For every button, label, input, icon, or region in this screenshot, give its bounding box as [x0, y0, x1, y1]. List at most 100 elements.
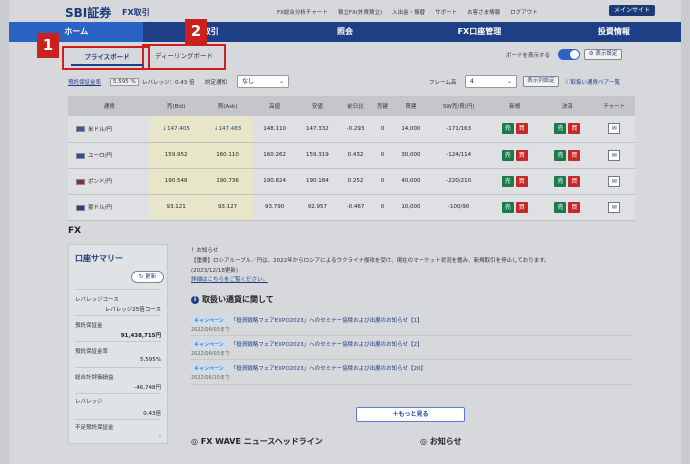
table-row: ポンド/円 190.548 190.736 190.824 190.184 0.…: [68, 168, 635, 195]
table-row: ユーロ/円 159.952 160.110 160.262 159.319 0.…: [68, 142, 635, 169]
high-cell: 148.110: [253, 116, 297, 143]
pl-value: -46,748円: [134, 385, 161, 391]
column-settings-button[interactable]: 表示列設定: [523, 76, 559, 87]
logo[interactable]: SBI証券: [65, 4, 111, 21]
ask-cell[interactable]: ↓147.483: [201, 116, 254, 143]
low-cell: 190.184: [296, 168, 339, 195]
news-date: 2022/06/10まで: [191, 375, 230, 381]
high-cell: 190.824: [253, 168, 297, 195]
ask-cell[interactable]: 190.736: [201, 168, 254, 195]
chart-cell: ✉: [593, 142, 635, 169]
top-links: FX総合分析チャート 積立FX(外貨積立) 入出金・振替 サポート お客さま情報…: [277, 8, 538, 16]
change-cell: 0.432: [338, 142, 373, 169]
notice-title: ！お知らせ: [191, 248, 219, 254]
display-settings-button[interactable]: ⚙ 表示設定: [584, 49, 622, 60]
pl-label: 総合計評価損益: [75, 375, 114, 381]
link-customer-info[interactable]: お客さま情報: [467, 8, 500, 16]
fx-wave-news-headline[interactable]: ◎ FX WAVE ニュースヘッドライン: [191, 436, 323, 447]
nav-inquiry[interactable]: 照会: [278, 22, 412, 42]
nav-fx-account[interactable]: FX口座管理: [412, 22, 546, 42]
price-board-table: 通貨 売(Bid) 買(Ask) 高値 安値 前日比 売建 買建 SW売/買(円…: [68, 96, 635, 221]
bid-cell[interactable]: ↓147.405: [150, 116, 202, 143]
swap-cell: -220/210: [429, 168, 489, 195]
eu-flag-icon: [76, 152, 85, 159]
ask-cell[interactable]: 160.110: [201, 142, 254, 169]
sell-pos-cell: 0: [372, 116, 393, 143]
margin-rate-link[interactable]: 預託保証金率: [68, 78, 101, 86]
change-cell: -0.293: [338, 116, 373, 143]
link-fx-chart[interactable]: FX総合分析チャート: [277, 8, 328, 16]
notices-heading[interactable]: ◎ お知らせ: [420, 436, 462, 447]
new-sell-button[interactable]: 売: [501, 123, 514, 135]
news-item[interactable]: キャンペーン 「投資戦略フェアEXPO2023」へのセミナー協賛および出展のお知ら…: [191, 364, 426, 373]
settle-sell-button[interactable]: 売: [554, 123, 567, 135]
new-sell-button[interactable]: 売: [501, 149, 514, 161]
leverage-course-value: レバレッジ25倍コース: [104, 307, 161, 313]
header: SBI証券 FX取引 FX総合分析チャート 積立FX(外貨積立) 入出金・振替 …: [9, 0, 681, 22]
tab-dealing-board[interactable]: ディーリングボード: [145, 49, 223, 65]
new-sell-button[interactable]: 売: [501, 175, 514, 187]
board-toggle-switch[interactable]: [558, 49, 580, 60]
settle-sell-button[interactable]: 売: [554, 149, 567, 161]
chart-cell: ✉: [593, 168, 635, 195]
news-item[interactable]: キャンペーン 「投資戦略フェアEXPO2023」へのセミナー協賛および出展のお知ら…: [191, 340, 423, 349]
chart-icon[interactable]: ✉: [608, 201, 621, 213]
bid-cell[interactable]: 159.952: [150, 142, 202, 169]
link-support[interactable]: サポート: [435, 8, 457, 16]
leverage-course-label: レバレッジコース: [75, 297, 119, 303]
tab-price-board[interactable]: プライスボード: [71, 50, 143, 66]
link-logout[interactable]: ログアウト: [510, 8, 538, 16]
settle-cell: 売買: [541, 116, 594, 143]
low-cell: 147.332: [296, 116, 339, 143]
settle-sell-button[interactable]: 売: [554, 175, 567, 187]
leverage-label: レバレッジ: [75, 399, 103, 405]
nav-home[interactable]: ホーム: [9, 22, 144, 42]
nav-trade[interactable]: 取引: [143, 22, 277, 42]
bid-cell[interactable]: 190.548: [150, 168, 202, 195]
new-order-cell: 売買: [488, 116, 542, 143]
summary-title: 口座サマリー: [75, 254, 123, 263]
settle-sell-button[interactable]: 売: [554, 201, 567, 213]
settle-buy-button[interactable]: 買: [568, 123, 581, 135]
news-item[interactable]: キャンペーン 「投資戦略フェアEXPO2023」へのセミナー協賛および出展のお知ら…: [191, 316, 423, 325]
buy-pos-cell: 40,000: [392, 168, 430, 195]
divider: [191, 359, 633, 360]
new-buy-button[interactable]: 買: [515, 149, 528, 161]
pairs-list-link[interactable]: ⓘ取扱い通貨ペア一覧: [565, 78, 620, 86]
nav-investment-info[interactable]: 投資情報: [547, 22, 681, 42]
refresh-button[interactable]: ↻ 更新: [131, 271, 164, 283]
table-row: 豪ドル/円 93.121 93.127 93.790 92.957 -0.467…: [68, 194, 635, 221]
chart-icon[interactable]: ✉: [608, 149, 621, 161]
new-buy-button[interactable]: 買: [515, 175, 528, 187]
ask-cell[interactable]: 93.127: [201, 194, 254, 221]
sell-pos-cell: 0: [372, 168, 393, 195]
fx-section-label: FX: [68, 226, 82, 236]
logo-subtitle: FX取引: [122, 8, 150, 17]
col-buy-pos: 買建: [392, 96, 430, 116]
screenshot-frame: SBI証券 FX取引 FX総合分析チャート 積立FX(外貨積立) 入出金・振替 …: [0, 0, 690, 464]
frame-height-select[interactable]: 4 ⌄: [465, 75, 517, 88]
new-sell-button[interactable]: 売: [501, 201, 514, 213]
settle-cell: 売買: [541, 194, 594, 221]
settle-cell: 売買: [541, 142, 594, 169]
news-icon: ◎: [191, 437, 201, 446]
chevron-down-icon: ⌄: [506, 78, 512, 85]
margin-rate-value: 5,595 %: [110, 78, 139, 86]
chart-icon[interactable]: ✉: [608, 123, 621, 135]
show-more-button[interactable]: ＋もっと見る: [356, 407, 465, 422]
notice-link[interactable]: 詳細はこちらをご覧ください。: [191, 275, 268, 283]
settle-buy-button[interactable]: 買: [568, 149, 581, 161]
link-fx-savings[interactable]: 積立FX(外貨積立): [338, 8, 382, 16]
col-bid: 売(Bid): [150, 96, 202, 116]
chart-icon[interactable]: ✉: [608, 175, 621, 187]
settle-buy-button[interactable]: 買: [568, 201, 581, 213]
new-buy-button[interactable]: 買: [515, 201, 528, 213]
settle-buy-button[interactable]: 買: [568, 175, 581, 187]
bid-cell[interactable]: 93.121: [150, 194, 202, 221]
order-notice-select[interactable]: なし ⌄: [237, 75, 289, 88]
refresh-icon: ↻: [138, 274, 144, 280]
new-buy-button[interactable]: 買: [515, 123, 528, 135]
col-low: 安値: [296, 96, 339, 116]
main-site-button[interactable]: メインサイト: [609, 5, 655, 16]
link-deposit[interactable]: 入出金・振替: [392, 8, 425, 16]
